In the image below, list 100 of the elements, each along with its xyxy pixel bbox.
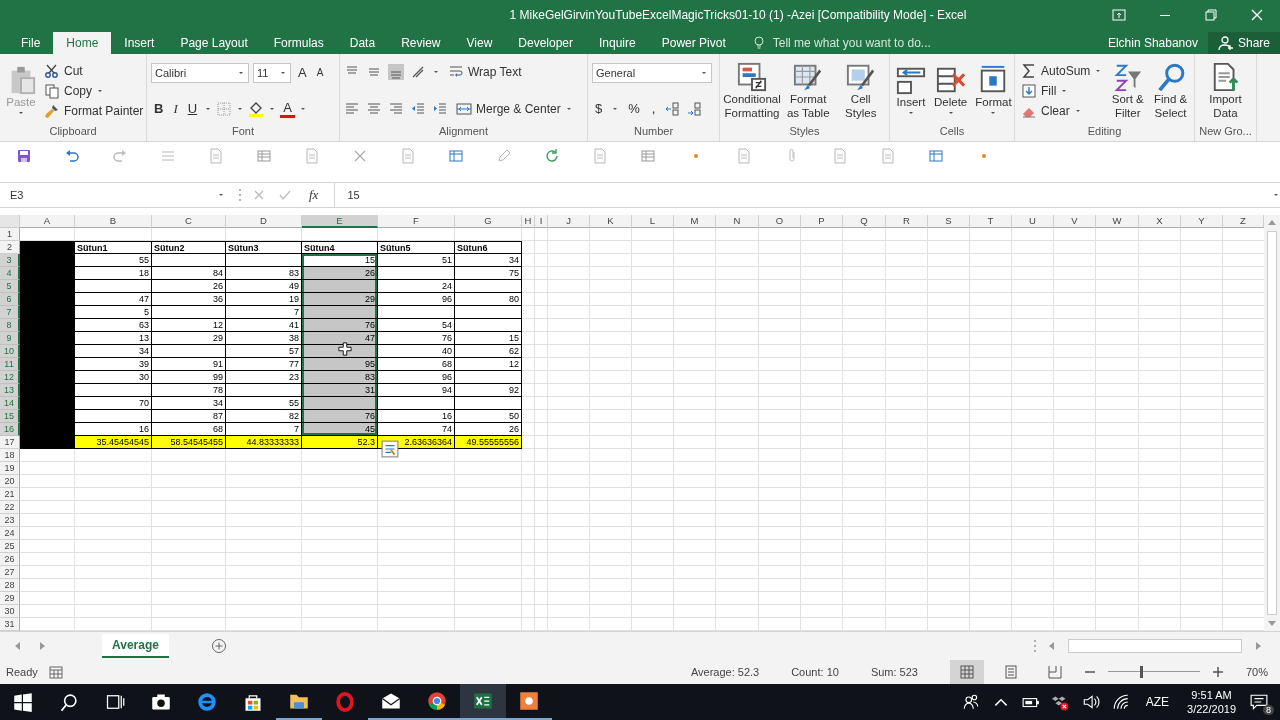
document-icon[interactable] [400,148,416,164]
column-header[interactable]: H [522,215,535,228]
column-header[interactable]: D [226,215,302,228]
ribbon-tab[interactable]: Review [388,32,454,54]
column-header[interactable]: N [716,215,759,228]
row-header[interactable]: 16 [0,423,20,436]
font-name-field[interactable]: Calibri [151,62,249,83]
document-icon[interactable] [832,148,848,164]
people-icon[interactable] [961,693,980,711]
column-header[interactable]: R [886,215,928,228]
row-header[interactable]: 19 [0,462,20,475]
zoom-level[interactable]: 70% [1245,666,1268,678]
row-header[interactable]: 8 [0,319,20,332]
underline-button[interactable]: U [184,100,201,119]
row-header[interactable]: 13 [0,384,20,397]
number-format-field[interactable]: General [592,62,712,83]
speaker-icon[interactable] [1081,693,1100,711]
scroll-thumb[interactable] [1068,639,1242,653]
paint-bucket-icon[interactable] [248,101,265,118]
font-color-button[interactable]: A [280,100,295,119]
ribbon-tab[interactable]: Home [53,32,112,54]
table-icon[interactable] [256,148,272,164]
italic-button[interactable]: I [170,100,181,119]
cells-button[interactable]: Format [973,62,1014,119]
grow-font-button[interactable]: A [295,63,310,82]
column-header[interactable]: T [970,215,1012,228]
row-header[interactable]: 11 [0,358,20,371]
notification-icon[interactable] [1250,693,1268,711]
table-icon[interactable] [640,148,656,164]
pencil-icon[interactable] [496,148,512,164]
document-icon[interactable] [592,148,608,164]
zoom-thumb[interactable] [1140,666,1144,678]
cross-icon[interactable] [352,148,368,164]
ribbon-tab[interactable]: File [8,32,54,54]
row-header[interactable]: 4 [0,267,20,280]
lines-icon[interactable] [160,148,176,164]
document-icon[interactable] [880,148,896,164]
row-header[interactable]: 27 [0,566,20,579]
quick-analysis-icon[interactable] [381,440,399,458]
refresh-icon[interactable] [544,148,560,164]
ribbon-tab[interactable]: Formulas [260,32,337,54]
undo-icon[interactable] [64,148,80,164]
row-header[interactable]: 18 [0,449,20,462]
column-header[interactable]: J [548,215,590,228]
cells-button[interactable]: Delete [932,62,970,119]
user-name[interactable]: Elchin Shabanov [1107,32,1198,54]
row-header[interactable]: 23 [0,514,20,527]
border-icon[interactable] [216,101,233,118]
decimal-arrow-left-icon[interactable] [664,101,681,118]
wifi-icon[interactable] [1111,693,1130,711]
align-center-icon[interactable] [366,100,382,117]
row-header[interactable]: 17 [0,436,20,449]
ribbon-tab[interactable]: Data [336,32,389,54]
row-header[interactable]: 3 [0,254,20,267]
comma-button[interactable]: , [648,100,659,119]
format-painter-button[interactable]: Format Painter [42,100,146,121]
column-header[interactable]: K [590,215,632,228]
decimal-arrow-right-icon[interactable] [686,101,703,118]
column-header[interactable]: G [455,215,522,228]
row-header[interactable]: 29 [0,592,20,605]
table-icon[interactable] [448,148,464,164]
ribbon-tab[interactable]: Power Pivot [648,32,739,54]
column-header[interactable]: S [928,215,970,228]
add-sheet-icon[interactable] [210,638,227,654]
wrap-text-button[interactable]: Wrap Text [446,62,524,83]
sheet-tab[interactable]: Average [102,634,169,658]
column-header[interactable]: V [1054,215,1096,228]
cells-button[interactable]: Insert [894,62,928,119]
merge-center-button[interactable]: Merge & Center [454,98,575,119]
clock[interactable]: 9:51 AM 3/22/2019 [1187,688,1236,716]
align-left-icon[interactable] [344,100,360,117]
column-header[interactable]: L [632,215,674,228]
column-header[interactable]: E [302,215,378,228]
ribbon-tab[interactable]: View [453,32,506,54]
fill-button[interactable]: Fill [1019,80,1105,101]
ribbon-tab[interactable]: Page Layout [167,32,261,54]
row-header[interactable]: 12 [0,371,20,384]
share-button[interactable]: Share [1207,32,1280,54]
clear-button[interactable]: Clear [1019,100,1105,121]
language-indicator[interactable]: AZE [1145,695,1170,709]
row-header[interactable]: 5 [0,280,20,293]
table-icon[interactable] [928,148,944,164]
row-header[interactable]: 6 [0,293,20,306]
row-header[interactable]: 28 [0,579,20,592]
bold-button[interactable]: B [151,100,167,119]
formula-input[interactable]: 15 [334,183,1262,207]
copy-button[interactable]: Copy [42,80,146,101]
ribbon-tab[interactable]: Insert [111,32,168,54]
percent-button[interactable]: % [625,100,643,119]
row-header[interactable]: 22 [0,501,20,514]
document-icon[interactable] [736,148,752,164]
redo-icon[interactable] [112,148,128,164]
row-header[interactable]: 31 [0,618,20,631]
column-header[interactable]: P [801,215,843,228]
cut-button[interactable]: Cut [42,60,146,81]
column-header[interactable]: A [20,215,75,228]
row-header[interactable]: 25 [0,540,20,553]
column-header[interactable]: F [378,215,455,228]
column-header[interactable]: B [75,215,152,228]
align-bottom-icon[interactable] [388,64,404,81]
